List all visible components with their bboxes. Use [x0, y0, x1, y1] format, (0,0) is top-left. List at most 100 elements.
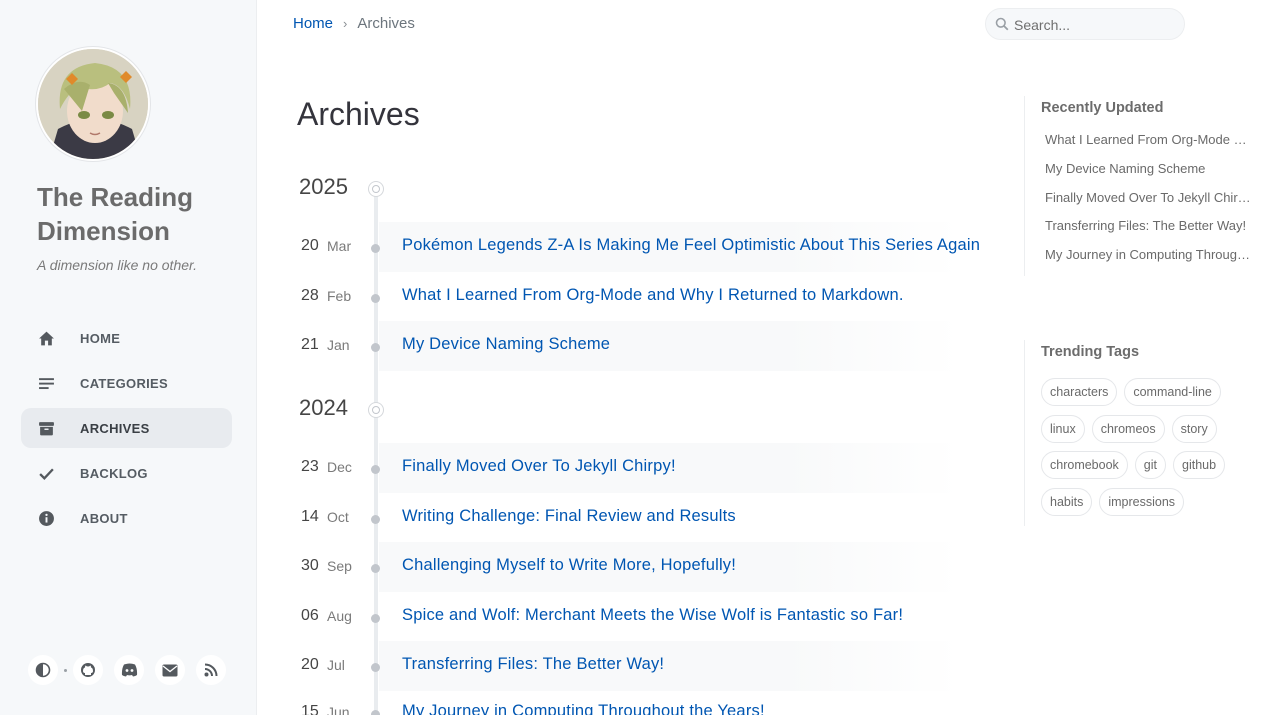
year-marker: [369, 182, 383, 196]
post-day: 14: [301, 508, 319, 525]
tag-chip[interactable]: command-line: [1124, 378, 1221, 406]
post-title-link[interactable]: My Device Naming Scheme: [402, 335, 987, 354]
tag-chip[interactable]: chromeos: [1091, 414, 1165, 443]
site-title[interactable]: The Reading Dimension: [37, 180, 237, 248]
post-title-link[interactable]: Pokémon Legends Z-A Is Making Me Feel Op…: [402, 236, 987, 255]
post-marker: [371, 343, 380, 352]
recently-updated-list: What I Learned From Org-Mode and Why I R…: [1045, 132, 1253, 276]
recent-post-link[interactable]: My Device Naming Scheme: [1045, 161, 1253, 190]
tag-chip[interactable]: chromebook: [1041, 451, 1128, 479]
tag-chip[interactable]: github: [1173, 451, 1226, 479]
year-marker: [369, 403, 383, 417]
archive-post: 06 Aug Spice and Wolf: Merchant Meets th…: [297, 592, 987, 642]
sidebar: The Reading Dimension A dimension like n…: [0, 0, 257, 715]
breadcrumb-current: Archives: [357, 15, 415, 32]
sidebar-item-about[interactable]: ABOUT: [21, 498, 232, 538]
breadcrumb-home-link[interactable]: Home: [293, 15, 333, 32]
post-day: 21: [301, 336, 319, 353]
post-day: 30: [301, 557, 319, 574]
post-marker: [371, 663, 380, 672]
sidebar-item-label: HOME: [80, 330, 121, 346]
post-month: Mar: [327, 238, 352, 254]
post-title-link[interactable]: Finally Moved Over To Jekyll Chirpy!: [402, 457, 987, 476]
archive-post: 30 Sep Challenging Myself to Write More,…: [297, 542, 987, 592]
search-box[interactable]: [985, 8, 1185, 40]
sidebar-item-home[interactable]: HOME: [21, 318, 232, 358]
tag-chip[interactable]: git: [1134, 451, 1166, 479]
post-marker: [371, 564, 380, 573]
post-title-link[interactable]: What I Learned From Org-Mode and Why I R…: [402, 286, 987, 305]
recently-updated-heading: Recently Updated: [1041, 100, 1164, 116]
archive-post: 23 Dec Finally Moved Over To Jekyll Chir…: [297, 443, 987, 493]
archive-post: 15 Jun My Journey in Computing Throughou…: [297, 688, 987, 715]
post-day: 06: [301, 607, 319, 624]
recent-post-link[interactable]: Finally Moved Over To Jekyll Chirpy!: [1045, 190, 1253, 219]
email-button[interactable]: [155, 655, 185, 685]
post-title-link[interactable]: Writing Challenge: Final Review and Resu…: [402, 507, 987, 526]
post-marker: [371, 294, 380, 303]
theme-toggle-button[interactable]: [28, 655, 58, 685]
recent-post-link[interactable]: Transferring Files: The Better Way!: [1045, 218, 1253, 247]
email-icon: [162, 664, 178, 676]
avatar-illustration: [38, 49, 148, 159]
theme-toggle-icon: [35, 662, 51, 678]
tag-chip[interactable]: habits: [1041, 487, 1093, 516]
sidebar-item-label: ARCHIVES: [80, 420, 150, 436]
archive-post: 20 Jul Transferring Files: The Better Wa…: [297, 641, 987, 691]
home-icon: [39, 331, 54, 346]
recently-updated-panel: Recently Updated What I Learned From Org…: [1024, 96, 1264, 276]
sidebar-item-label: ABOUT: [80, 510, 128, 526]
tag-chip[interactable]: linux: [1041, 414, 1085, 443]
tag-cloud: characters command-line linux chromeos s…: [1041, 378, 1261, 524]
post-month: Jan: [327, 337, 350, 353]
post-month: Jul: [327, 657, 345, 673]
post-marker: [371, 465, 380, 474]
check-icon: [39, 468, 54, 480]
rss-button[interactable]: [196, 655, 226, 685]
discord-button[interactable]: [114, 655, 144, 685]
sidebar-item-backlog[interactable]: BACKLOG: [21, 453, 232, 493]
post-month: Dec: [327, 459, 352, 475]
post-title-link[interactable]: My Journey in Computing Throughout the Y…: [402, 702, 987, 715]
sidebar-item-archives[interactable]: ARCHIVES: [21, 408, 232, 448]
categories-icon: [39, 378, 54, 390]
post-day: 28: [301, 287, 319, 304]
sidebar-item-categories[interactable]: CATEGORIES: [21, 363, 232, 403]
post-title-link[interactable]: Transferring Files: The Better Way!: [402, 655, 987, 674]
post-marker: [371, 710, 380, 715]
post-marker: [371, 244, 380, 253]
archive-icon: [39, 422, 54, 436]
post-month: Aug: [327, 608, 352, 624]
recent-post-link[interactable]: What I Learned From Org-Mode and Why I R…: [1045, 132, 1253, 161]
archive-post: 21 Jan My Device Naming Scheme: [297, 321, 987, 371]
post-title-link[interactable]: Challenging Myself to Write More, Hopefu…: [402, 556, 987, 575]
archive-post: 20 Mar Pokémon Legends Z-A Is Making Me …: [297, 222, 987, 272]
github-button[interactable]: [73, 655, 103, 685]
sidebar-item-label: BACKLOG: [80, 465, 148, 481]
trending-tags-heading: Trending Tags: [1041, 344, 1140, 360]
search-input[interactable]: [1014, 15, 1174, 34]
github-icon: [81, 663, 95, 677]
recent-post-link[interactable]: My Journey in Computing Throughout the Y…: [1045, 247, 1253, 276]
archive-post: 28 Feb What I Learned From Org-Mode and …: [297, 272, 987, 322]
rss-icon: [204, 663, 218, 677]
avatar[interactable]: [36, 47, 150, 161]
post-day: 15: [301, 703, 319, 715]
info-icon: [39, 511, 54, 526]
trending-tags-panel: Trending Tags characters command-line li…: [1024, 340, 1264, 526]
sidebar-nav: HOME CATEGORIES ARCHIVES BACKLOG ABOUT: [21, 318, 232, 543]
tag-chip[interactable]: story: [1171, 414, 1217, 443]
search-icon: [995, 17, 1009, 31]
post-title-link[interactable]: Spice and Wolf: Merchant Meets the Wise …: [402, 606, 987, 625]
tag-chip[interactable]: characters: [1041, 378, 1118, 406]
separator-dot: [64, 668, 67, 672]
post-day: 20: [301, 237, 319, 254]
post-month: Jun: [327, 704, 350, 715]
site-subtitle: A dimension like no other.: [37, 257, 198, 273]
year-heading: 2025: [299, 174, 348, 199]
year-heading: 2024: [299, 395, 348, 420]
archive-post: 14 Oct Writing Challenge: Final Review a…: [297, 493, 987, 543]
post-month: Sep: [327, 558, 352, 574]
page-title: Archives: [297, 96, 420, 132]
tag-chip[interactable]: impressions: [1099, 487, 1185, 516]
